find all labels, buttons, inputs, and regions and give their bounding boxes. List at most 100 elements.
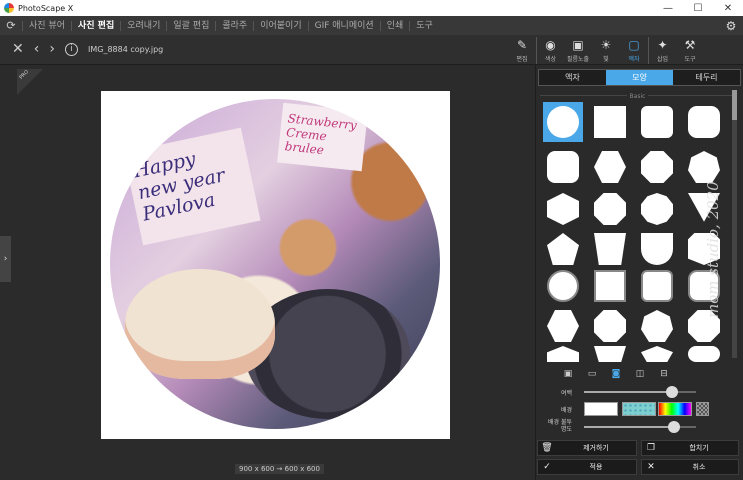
menu-item-viewer[interactable]: 사진 뷰어 (22, 20, 71, 31)
menu-item-combine[interactable]: 이어붙이기 (253, 20, 307, 31)
tab-frame[interactable]: 액자 (539, 70, 606, 85)
mode-stack-icon[interactable]: ⊟ (656, 368, 672, 380)
merge-button[interactable]: ❐ 합치기 (641, 440, 739, 456)
remove-button[interactable]: 🗑 제거하기 (537, 440, 637, 456)
section-label-basic: Basic (540, 93, 735, 100)
close-editor-icon[interactable]: ✕ (12, 41, 24, 57)
shape-preview-octagon (641, 151, 673, 183)
bg-opacity-slider[interactable] (584, 421, 696, 433)
shape-option-shield[interactable] (637, 229, 677, 269)
shape-option-soft-square[interactable] (637, 102, 677, 142)
bg-swatch-transparent[interactable] (696, 402, 709, 416)
shape-option-square[interactable] (590, 102, 630, 142)
tool-edit[interactable]: ✎ 편집 (508, 37, 536, 64)
apply-button[interactable]: ✓ 적용 (537, 459, 637, 475)
tools-icon: ⚒ (684, 38, 696, 52)
photo-sign-happy-new-year: Happy new year Pavlova (123, 127, 261, 246)
menu-item-tools[interactable]: 도구 (409, 20, 439, 31)
cancel-button[interactable]: ✕ 취소 (641, 459, 739, 475)
photo-pavlova (125, 269, 275, 379)
shape-preview-pill-square (547, 151, 579, 183)
trash-icon: 🗑 (541, 443, 553, 453)
menu-item-batch[interactable]: 일괄 편집 (166, 20, 215, 31)
shape-preview-octagon-2 (594, 310, 626, 342)
window-title: PhotoScape X (18, 3, 74, 13)
shape-option-pentagon[interactable] (543, 229, 583, 269)
mode-circle-fill-icon[interactable]: ▣ (560, 368, 576, 380)
bg-swatch-white[interactable] (584, 402, 618, 416)
tool-insert[interactable]: ✦ 삽입 (648, 37, 676, 64)
shape-preview-soft-square (641, 106, 673, 138)
shape-option-octagon-alt[interactable] (590, 189, 630, 229)
menu-item-print[interactable]: 인쇄 (379, 20, 410, 31)
background-label: 배경 (560, 407, 572, 414)
shape-preview-rounded-square (688, 106, 720, 138)
shape-preview-square-outline (594, 270, 626, 302)
side-panel-toggle[interactable]: › (0, 236, 11, 282)
minimize-button[interactable]: — (653, 3, 683, 14)
gear-icon[interactable]: ⚙ (719, 19, 743, 33)
scrollbar-thumb[interactable] (732, 90, 737, 120)
tool-tools[interactable]: ⚒ 도구 (676, 37, 704, 64)
mode-circle-cut-icon[interactable]: ◙ (608, 368, 624, 380)
shape-option-circle[interactable] (543, 102, 583, 142)
shape-option-trapezoid[interactable] (590, 229, 630, 269)
shape-option-octagon[interactable] (637, 147, 677, 187)
title-bar: PhotoScape X — ☐ ✕ (0, 0, 743, 16)
shape-option-square-outline[interactable] (590, 266, 630, 306)
menu-item-cut-out[interactable]: 오려내기 (120, 20, 166, 31)
tool-tabs: ✎ 편집 ◉ 색상 ▣ 필름노출 ☀ 빛 ▢ 액자 ✦ 삽입 ⚒ 도구 (508, 37, 704, 64)
shape-preview-shield (641, 233, 673, 265)
shape-list-scrollbar[interactable] (732, 90, 737, 358)
shape-preview-soft-outline (641, 270, 673, 302)
shape-preview-square (594, 106, 626, 138)
shape-option-soft-outline[interactable] (637, 266, 677, 306)
edit-icon: ✎ (516, 38, 528, 52)
shape-option-trapezoid-2[interactable] (590, 346, 630, 362)
menu-item-editor[interactable]: 사진 편집 (70, 20, 120, 31)
shape-option-decagon[interactable] (637, 189, 677, 229)
shape-preview-circle-outline (547, 270, 579, 302)
bg-opacity-slider-knob[interactable] (668, 421, 680, 433)
tab-shape[interactable]: 모양 (606, 70, 673, 85)
shape-option-rounded-square[interactable] (684, 102, 724, 142)
photo-sign-strawberry: Strawberry Creme brulee (277, 102, 368, 172)
shape-option-octagon-2[interactable] (590, 306, 630, 346)
frame-icon: ▢ (628, 38, 640, 52)
tool-frame[interactable]: ▢ 액자 (620, 37, 648, 64)
home-search-icon[interactable]: ⟳ (0, 19, 22, 32)
shape-option-pill-square[interactable] (543, 147, 583, 187)
bg-swatch-gradient[interactable] (658, 402, 692, 416)
tool-film[interactable]: ▣ 필름노출 (564, 37, 592, 64)
bg-swatch-pattern[interactable] (622, 402, 656, 416)
menu-item-collage[interactable]: 콜라주 (215, 20, 253, 31)
shape-preview-heptagon-2 (641, 310, 673, 342)
shape-option-hexagon[interactable] (590, 147, 630, 187)
margin-slider[interactable] (584, 386, 696, 398)
prev-image-icon[interactable]: ‹ (34, 41, 40, 57)
menu-item-gif[interactable]: GIF 애니메이션 (307, 20, 380, 31)
shape-preview-circle (547, 106, 579, 138)
shape-option-dome[interactable] (543, 346, 583, 362)
shape-option-pentagon-2[interactable] (637, 346, 677, 362)
shape-preview-hexagon-vertical (547, 193, 579, 225)
mode-rounded-icon[interactable]: ▭ (584, 368, 600, 380)
info-icon[interactable]: i (64, 42, 78, 56)
maximize-button[interactable]: ☐ (683, 3, 713, 14)
close-button[interactable]: ✕ (713, 3, 743, 14)
shape-option-circle-outline[interactable] (543, 266, 583, 306)
shape-preview-octagon-alt (594, 193, 626, 225)
tab-border[interactable]: 테두리 (673, 70, 740, 85)
shape-option-hexagon-2[interactable] (543, 306, 583, 346)
shape-option-hexagon-vertical[interactable] (543, 189, 583, 229)
nav-controls: ✕ ‹ › i (12, 41, 78, 57)
shape-option-heptagon-2[interactable] (637, 306, 677, 346)
margin-slider-knob[interactable] (666, 386, 678, 398)
tool-color[interactable]: ◉ 색상 (536, 37, 564, 64)
next-image-icon[interactable]: › (49, 41, 55, 57)
photo-frame[interactable]: Happy new year Pavlova Strawberry Creme … (101, 91, 450, 439)
shape-preview-dome (547, 346, 579, 362)
tool-light[interactable]: ☀ 빛 (592, 37, 620, 64)
mode-columns-icon[interactable]: ◫ (632, 368, 648, 380)
shape-option-rounded-3[interactable] (684, 346, 724, 362)
